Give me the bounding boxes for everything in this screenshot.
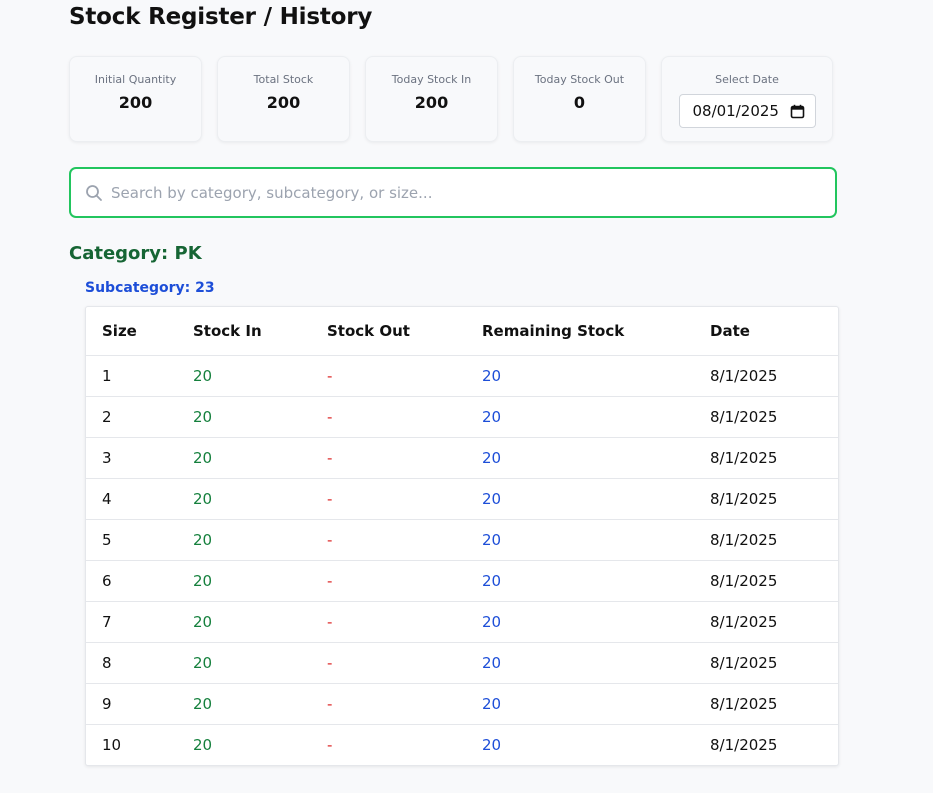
initial-quantity-value: 200: [118, 93, 153, 112]
cell-stock-in: 20: [177, 396, 311, 438]
stock-table-container: Size Stock In Stock Out Remaining Stock …: [85, 306, 839, 766]
table-row: 2 20 - 20 8/1/2025: [86, 396, 838, 438]
cell-size: 7: [86, 601, 177, 643]
table-row: 5 20 - 20 8/1/2025: [86, 519, 838, 561]
table-row: 1 20 - 20 8/1/2025: [86, 355, 838, 397]
summary-cards: Initial Quantity 200 Total Stock 200 Tod…: [69, 56, 833, 142]
cell-remaining-stock: 20: [466, 642, 694, 684]
cell-date: 8/1/2025: [694, 396, 838, 438]
select-date-card: Select Date 08/01/2025: [661, 56, 833, 142]
cell-stock-in: 20: [177, 683, 311, 725]
column-header-date: Date: [694, 307, 838, 356]
cell-stock-in: 20: [177, 478, 311, 520]
cell-stock-out: -: [311, 437, 466, 479]
today-stock-out-card: Today Stock Out 0: [513, 56, 646, 142]
cell-date: 8/1/2025: [694, 601, 838, 643]
search-input[interactable]: [111, 177, 835, 208]
cell-stock-in: 20: [177, 560, 311, 602]
select-date-label: Select Date: [715, 73, 779, 86]
search-box: [69, 167, 837, 218]
cell-date: 8/1/2025: [694, 642, 838, 684]
initial-quantity-label: Initial Quantity: [94, 73, 177, 86]
cell-size: 1: [86, 355, 177, 397]
cell-stock-out: -: [311, 560, 466, 602]
date-value: 08/01/2025: [692, 102, 779, 120]
table-row: 6 20 - 20 8/1/2025: [86, 560, 838, 602]
cell-date: 8/1/2025: [694, 683, 838, 725]
cell-remaining-stock: 20: [482, 736, 502, 754]
cell-stock-out: -: [311, 519, 466, 561]
search-icon: [85, 184, 103, 202]
cell-date: 8/1/2025: [694, 519, 838, 561]
column-header-remaining-stock: Remaining Stock: [466, 307, 694, 356]
cell-size: 6: [86, 560, 177, 602]
table-row: 8 20 - 20 8/1/2025: [86, 642, 838, 684]
table-row: 9 20 - 20 8/1/2025: [86, 683, 838, 725]
total-stock-card: Total Stock 200: [217, 56, 350, 142]
calendar-icon[interactable]: [790, 104, 805, 119]
cell-remaining-stock: 20: [466, 601, 694, 643]
cell-date: 8/1/2025: [694, 437, 838, 479]
page-title: Stock Register / History: [69, 4, 373, 30]
cell-stock-out: -: [311, 683, 466, 725]
cell-size: 9: [86, 683, 177, 725]
cell-remaining-stock: 20: [466, 355, 694, 397]
today-stock-in-label: Today Stock In: [391, 73, 472, 86]
cell-stock-out: -: [311, 478, 466, 520]
cell-stock-out: -: [311, 601, 466, 643]
cell-size: 8: [86, 642, 177, 684]
stock-register-page: Stock Register / History Initial Quantit…: [69, 0, 839, 766]
table-row: 4 20 - 20 8/1/2025: [86, 478, 838, 520]
cell-date: 8/1/2025: [710, 736, 778, 754]
cell-stock-in: 20: [177, 355, 311, 397]
today-stock-in-card: Today Stock In 200: [365, 56, 498, 142]
cell-remaining-stock: 20: [466, 683, 694, 725]
cell-date: 8/1/2025: [694, 560, 838, 602]
today-stock-in-value: 200: [414, 93, 449, 112]
today-stock-out-value: 0: [573, 93, 586, 112]
cell-remaining-stock: 20: [466, 437, 694, 479]
column-header-stock-in: Stock In: [177, 307, 311, 356]
cell-stock-in: 20: [177, 642, 311, 684]
stock-table: Size Stock In Stock Out Remaining Stock …: [86, 307, 838, 765]
cell-remaining-stock: 20: [466, 560, 694, 602]
cell-size: 5: [86, 519, 177, 561]
table-row: 10 20 - 20 8/1/2025: [86, 725, 838, 766]
cell-date: 8/1/2025: [694, 355, 838, 397]
cell-stock-out: -: [311, 396, 466, 438]
cell-size: 10: [102, 736, 122, 754]
cell-date: 8/1/2025: [694, 478, 838, 520]
initial-quantity-card: Initial Quantity 200: [69, 56, 202, 142]
cell-remaining-stock: 20: [466, 396, 694, 438]
cell-stock-out: -: [311, 355, 466, 397]
cell-size: 3: [86, 437, 177, 479]
column-header-stock-out: Stock Out: [311, 307, 466, 356]
cell-size: 2: [86, 396, 177, 438]
cell-stock-in: 20: [193, 736, 213, 754]
table-row: 7 20 - 20 8/1/2025: [86, 601, 838, 643]
cell-stock-in: 20: [177, 519, 311, 561]
total-stock-label: Total Stock: [253, 73, 314, 86]
cell-remaining-stock: 20: [466, 478, 694, 520]
today-stock-out-label: Today Stock Out: [534, 73, 625, 86]
cell-remaining-stock: 20: [466, 519, 694, 561]
cell-stock-in: 20: [177, 601, 311, 643]
cell-stock-out: -: [311, 642, 466, 684]
table-header-row: Size Stock In Stock Out Remaining Stock …: [86, 307, 838, 356]
date-picker-input[interactable]: 08/01/2025: [678, 94, 816, 128]
category-title: Category: PK: [69, 243, 202, 264]
table-row: 3 20 - 20 8/1/2025: [86, 437, 838, 479]
cell-size: 4: [86, 478, 177, 520]
total-stock-value: 200: [266, 93, 301, 112]
column-header-size: Size: [86, 307, 177, 356]
cell-stock-in: 20: [177, 437, 311, 479]
subcategory-title: Subcategory: 23: [85, 280, 215, 296]
cell-stock-out: -: [327, 736, 333, 754]
